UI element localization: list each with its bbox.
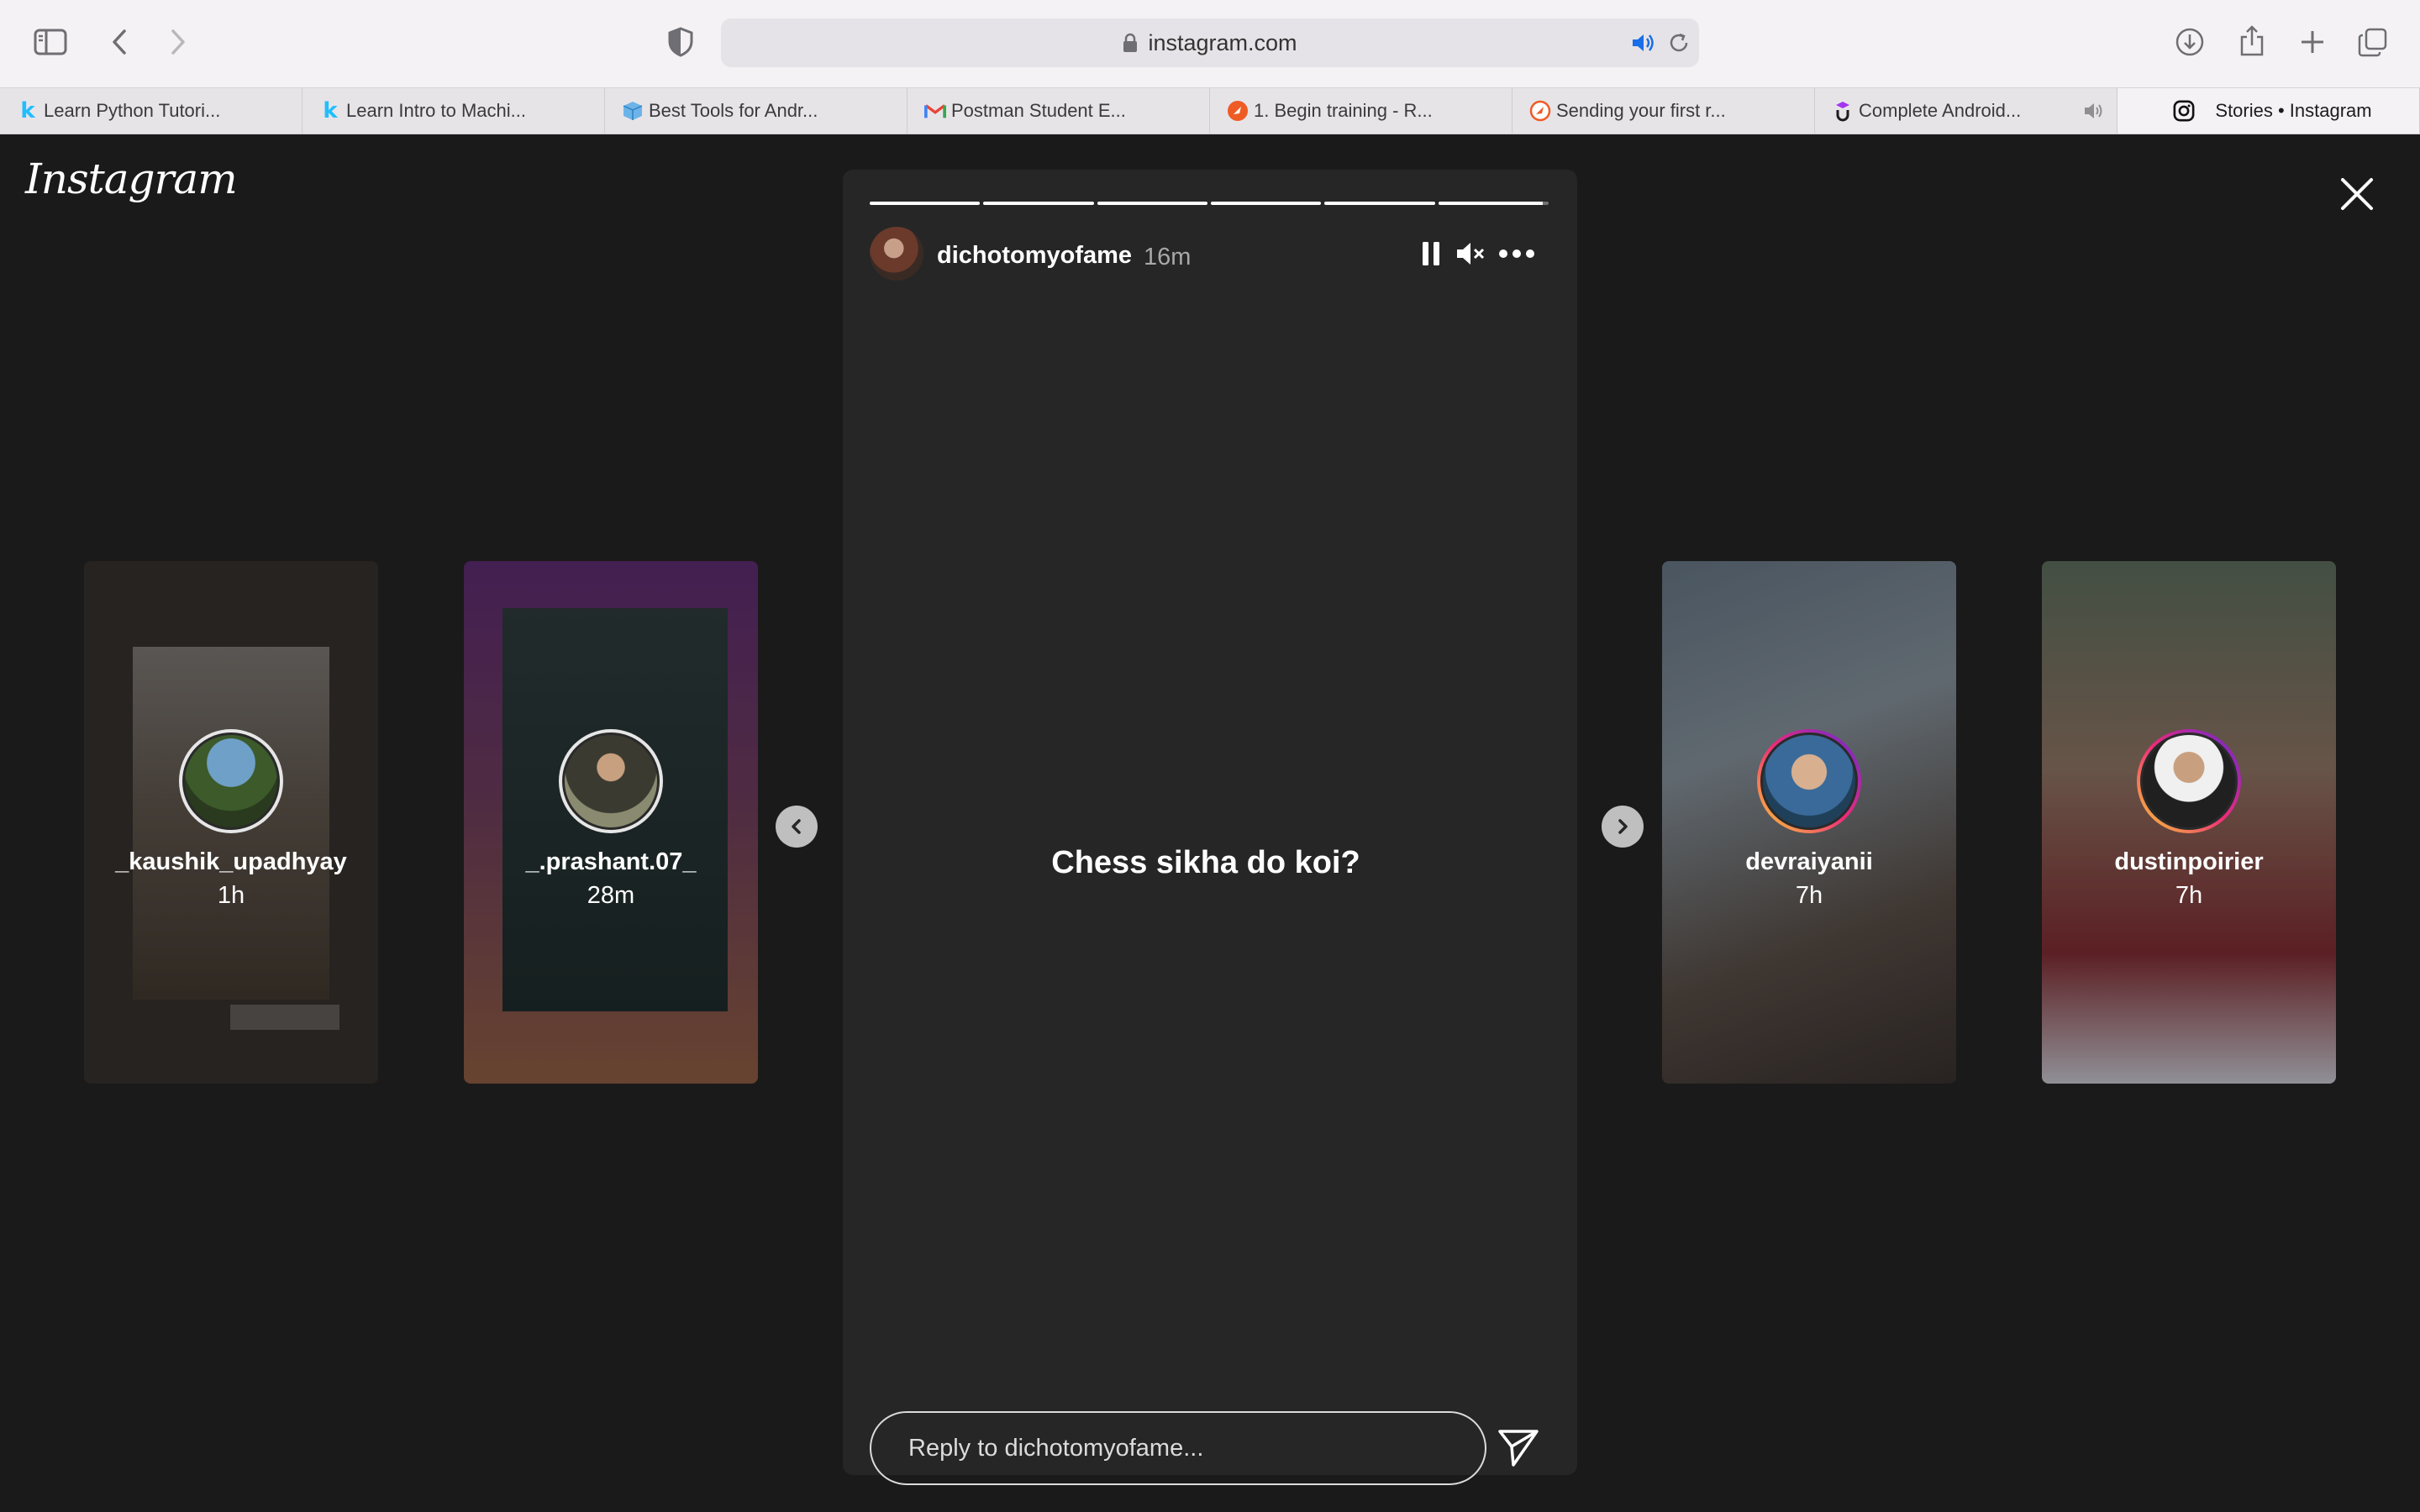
story-text: Chess sikha do koi? bbox=[1051, 845, 1360, 880]
browser-tab-active[interactable]: Stories • Instagram bbox=[2118, 88, 2420, 134]
privacy-shield-icon[interactable] bbox=[666, 25, 696, 59]
story-time: 7h bbox=[2175, 882, 2203, 909]
browser-tab[interactable]: Sending your first r... bbox=[1512, 88, 1815, 134]
story-username: _.prashant.07_ bbox=[525, 848, 697, 875]
story-preview[interactable]: dustinpoirier 7h bbox=[2042, 561, 2336, 1084]
progress-segment bbox=[1324, 202, 1435, 205]
avatar bbox=[1760, 732, 1858, 830]
tab-title: Complete Android... bbox=[1859, 100, 2022, 121]
more-icon bbox=[1499, 249, 1534, 258]
instagram-icon bbox=[2173, 100, 2195, 122]
back-icon[interactable] bbox=[104, 25, 134, 59]
story-progress-bar bbox=[870, 202, 1549, 205]
tab-title: Postman Student E... bbox=[951, 100, 1126, 121]
url-text: instagram.com bbox=[1148, 29, 1297, 55]
downloads-icon[interactable] bbox=[2173, 25, 2207, 59]
browser-tab[interactable]: Best Tools for Andr... bbox=[605, 88, 908, 134]
story-preview[interactable]: _.prashant.07_ 28m bbox=[464, 561, 758, 1084]
mute-button[interactable] bbox=[1453, 237, 1488, 270]
audio-playing-icon[interactable] bbox=[1630, 29, 1657, 56]
tab-title: Learn Intro to Machi... bbox=[346, 100, 526, 121]
progress-segment bbox=[870, 202, 981, 205]
kaggle-icon: k bbox=[323, 98, 338, 123]
reply-placeholder: Reply to dichotomyofame... bbox=[908, 1434, 1204, 1462]
progress-fill bbox=[1097, 202, 1207, 205]
story-time: 1h bbox=[217, 882, 245, 909]
new-tab-icon[interactable] bbox=[2296, 25, 2329, 59]
instagram-logo[interactable]: Instagram bbox=[25, 155, 238, 203]
chevron-right-icon bbox=[1618, 819, 1628, 834]
browser-tab[interactable]: k Learn Python Tutori... bbox=[0, 88, 302, 134]
story-preview[interactable]: _kaushik_upadhyay 1h bbox=[84, 561, 378, 1084]
browser-tab[interactable]: k Learn Intro to Machi... bbox=[302, 88, 605, 134]
avatar bbox=[2140, 732, 2238, 830]
tab-title: Learn Python Tutori... bbox=[44, 100, 221, 121]
progress-fill bbox=[983, 202, 1094, 205]
story-username[interactable]: dichotomyofame bbox=[937, 242, 1132, 270]
next-story-button[interactable] bbox=[1602, 806, 1644, 848]
cube-icon bbox=[622, 100, 644, 122]
reply-input[interactable]: Reply to dichotomyofame... bbox=[870, 1411, 1486, 1485]
address-bar[interactable]: instagram.com bbox=[721, 18, 1699, 67]
story-username: _kaushik_upadhyay bbox=[115, 848, 347, 875]
progress-fill bbox=[870, 202, 981, 205]
udemy-icon bbox=[1832, 100, 1854, 122]
share-icon[interactable] bbox=[2235, 24, 2269, 59]
tab-bar: k Learn Python Tutori... k Learn Intro t… bbox=[0, 87, 2420, 134]
previous-story-button[interactable] bbox=[776, 806, 818, 848]
tab-title: Stories • Instagram bbox=[2215, 100, 2372, 121]
tab-title: 1. Begin training - R... bbox=[1254, 100, 1433, 121]
tab-title: Best Tools for Andr... bbox=[649, 100, 818, 121]
avatar[interactable] bbox=[870, 227, 923, 281]
avatar-ring bbox=[559, 729, 663, 833]
progress-fill bbox=[1324, 202, 1435, 205]
postman-icon bbox=[1227, 100, 1249, 122]
stories-page: Instagram _kaushik_upadhyay 1h _.prashan… bbox=[0, 134, 2420, 1512]
progress-fill bbox=[1438, 202, 1544, 205]
tab-audio-icon[interactable] bbox=[2083, 102, 2105, 125]
tab-title: Sending your first r... bbox=[1556, 100, 1726, 121]
progress-segment bbox=[1097, 202, 1207, 205]
lock-icon bbox=[1123, 33, 1138, 52]
reload-icon[interactable] bbox=[1665, 29, 1692, 56]
postman-icon bbox=[1529, 100, 1551, 122]
progress-segment bbox=[1210, 202, 1322, 205]
tab-overview-icon[interactable] bbox=[2356, 25, 2390, 59]
kaggle-icon: k bbox=[20, 98, 35, 123]
avatar bbox=[562, 732, 660, 830]
active-story: dichotomyofame 16m Chess sikha do koi? R… bbox=[843, 170, 1577, 1485]
send-icon[interactable] bbox=[1497, 1426, 1540, 1470]
gmail-icon bbox=[924, 100, 946, 122]
avatar bbox=[182, 732, 280, 830]
more-options-button[interactable] bbox=[1497, 237, 1537, 270]
browser-tab[interactable]: Postman Student E... bbox=[908, 88, 1210, 134]
sidebar-toggle-icon[interactable] bbox=[32, 25, 69, 59]
browser-tab[interactable]: 1. Begin training - R... bbox=[1210, 88, 1512, 134]
story-time: 7h bbox=[1795, 882, 1823, 909]
browser-tab[interactable]: Complete Android... bbox=[1815, 88, 2118, 134]
progress-fill bbox=[1210, 202, 1322, 205]
browser-toolbar: instagram.com bbox=[0, 0, 2420, 87]
story-username: devraiyanii bbox=[1745, 848, 1873, 875]
progress-segment bbox=[1438, 202, 1549, 205]
story-username: dustinpoirier bbox=[2114, 848, 2264, 875]
avatar-ring bbox=[2137, 729, 2241, 833]
avatar-ring bbox=[1757, 729, 1861, 833]
progress-segment bbox=[983, 202, 1094, 205]
story-time: 16m bbox=[1144, 244, 1192, 270]
close-icon[interactable] bbox=[2338, 175, 2376, 213]
pause-button[interactable] bbox=[1416, 237, 1446, 270]
story-preview[interactable]: devraiyanii 7h bbox=[1662, 561, 1956, 1084]
story-time: 28m bbox=[587, 882, 635, 909]
avatar-ring bbox=[179, 729, 283, 833]
pause-icon bbox=[1423, 242, 1439, 265]
chevron-left-icon bbox=[792, 819, 801, 834]
forward-icon[interactable] bbox=[163, 25, 193, 59]
muted-speaker-icon bbox=[1457, 243, 1485, 265]
